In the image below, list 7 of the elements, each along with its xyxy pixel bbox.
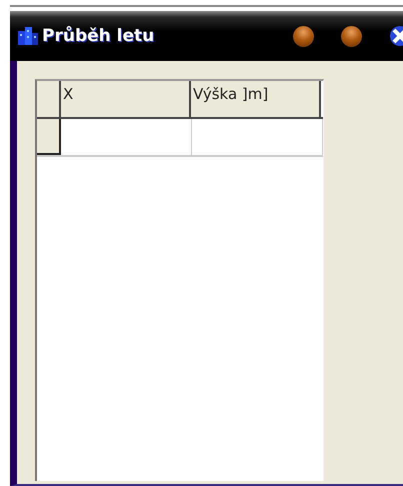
row-header[interactable] xyxy=(37,119,61,155)
column-header[interactable]: X xyxy=(61,81,191,117)
minimize-button[interactable] xyxy=(293,26,314,46)
column-header[interactable]: Výška ]m] xyxy=(191,81,321,117)
buildings-icon xyxy=(18,27,38,45)
window-title: Průběh letu xyxy=(42,26,156,46)
maximize-button[interactable] xyxy=(341,26,362,46)
